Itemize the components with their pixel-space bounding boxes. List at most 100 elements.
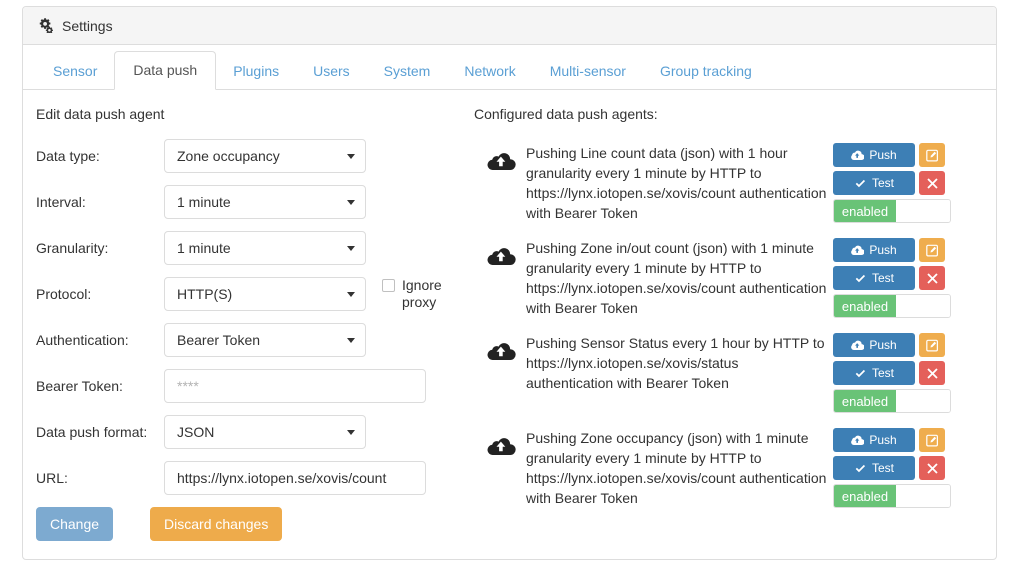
- edit-agent-button[interactable]: [919, 143, 945, 167]
- tab-plugins[interactable]: Plugins: [216, 53, 296, 90]
- panel-title-text: Settings: [62, 17, 113, 34]
- form-button-row: Change Discard changes: [36, 507, 466, 541]
- edit-agent-button[interactable]: [919, 428, 945, 452]
- data-type-select[interactable]: Zone occupancy: [164, 139, 366, 173]
- tab-multi-sensor[interactable]: Multi-sensor: [533, 53, 643, 90]
- tab-sensor-link[interactable]: Sensor: [36, 53, 114, 90]
- granularity-value: 1 minute: [177, 239, 231, 256]
- push-button-label: Push: [869, 243, 897, 257]
- data-push-format-select[interactable]: JSON: [164, 415, 366, 449]
- delete-agent-button[interactable]: [919, 266, 945, 290]
- agent-enabled-toggle[interactable]: enabled: [833, 389, 951, 413]
- ignore-proxy-checkbox[interactable]: [382, 279, 395, 292]
- test-action-row: Test: [833, 456, 957, 480]
- edit-agent-form: Edit data push agent Data type: Zone occ…: [36, 106, 466, 541]
- cloud-upload-icon: [851, 339, 865, 352]
- toggle-knob: [896, 390, 950, 412]
- tab-data-push-link[interactable]: Data push: [114, 51, 217, 90]
- push-button[interactable]: Push: [833, 428, 915, 452]
- test-action-row: Test: [833, 171, 957, 195]
- interval-select[interactable]: 1 minute: [164, 185, 366, 219]
- test-button[interactable]: Test: [833, 361, 915, 385]
- check-icon: [854, 462, 867, 475]
- tab-group-tracking-link[interactable]: Group tracking: [643, 53, 769, 90]
- agent-actions: Push Test enabled: [833, 329, 957, 413]
- change-button[interactable]: Change: [36, 507, 114, 541]
- chevron-down-icon: [347, 246, 355, 251]
- tab-system[interactable]: System: [367, 53, 448, 90]
- tab-group-tracking[interactable]: Group tracking: [643, 53, 769, 90]
- tab-sensor[interactable]: Sensor: [36, 53, 114, 90]
- status-badge: enabled: [834, 485, 896, 507]
- pencil-square-icon: [925, 339, 939, 352]
- pencil-square-icon: [925, 434, 939, 447]
- field-data-push-format: Data push format: JSON: [36, 415, 466, 449]
- edit-agent-button[interactable]: [919, 238, 945, 262]
- chevron-down-icon: [347, 292, 355, 297]
- push-button-label: Push: [869, 433, 897, 447]
- chevron-down-icon: [347, 430, 355, 435]
- cloud-upload-icon: [851, 149, 865, 162]
- delete-agent-button[interactable]: [919, 361, 945, 385]
- list-item: Pushing Zone in/out count (json) with 1 …: [474, 234, 983, 318]
- gears-icon: [38, 18, 53, 33]
- interval-label: Interval:: [36, 193, 86, 210]
- test-button[interactable]: Test: [833, 456, 915, 480]
- close-icon: [926, 367, 938, 379]
- toggle-knob: [896, 485, 950, 507]
- test-action-row: Test: [833, 361, 957, 385]
- push-button[interactable]: Push: [833, 143, 915, 167]
- agent-enabled-toggle[interactable]: enabled: [833, 484, 951, 508]
- tab-users-link[interactable]: Users: [296, 53, 367, 90]
- granularity-select[interactable]: 1 minute: [164, 231, 366, 265]
- url-input[interactable]: [164, 461, 426, 495]
- agent-enabled-toggle[interactable]: enabled: [833, 199, 951, 223]
- discard-changes-button[interactable]: Discard changes: [150, 507, 283, 541]
- agents-list: Pushing Line count data (json) with 1 ho…: [474, 139, 983, 508]
- test-button[interactable]: Test: [833, 266, 915, 290]
- bearer-token-label: Bearer Token:: [36, 377, 123, 394]
- delete-agent-button[interactable]: [919, 171, 945, 195]
- tab-network[interactable]: Network: [447, 53, 532, 90]
- tab-data-push[interactable]: Data push: [114, 51, 217, 90]
- tab-multi-sensor-link[interactable]: Multi-sensor: [533, 53, 643, 90]
- agent-enabled-toggle[interactable]: enabled: [833, 294, 951, 318]
- test-button-label: Test: [871, 176, 894, 190]
- check-icon: [854, 177, 867, 190]
- authentication-select[interactable]: Bearer Token: [164, 323, 366, 357]
- interval-value: 1 minute: [177, 193, 231, 210]
- data-push-format-label: Data push format:: [36, 423, 148, 440]
- ignore-proxy-label: Ignore proxy: [402, 277, 442, 310]
- toggle-knob: [896, 295, 950, 317]
- push-button-label: Push: [869, 148, 897, 162]
- tab-users[interactable]: Users: [296, 53, 367, 90]
- edit-agent-button[interactable]: [919, 333, 945, 357]
- cloud-upload-icon: [474, 329, 526, 364]
- push-action-row: Push: [833, 333, 957, 357]
- form-heading: Edit data push agent: [36, 106, 165, 122]
- push-action-row: Push: [833, 143, 957, 167]
- status-badge: enabled: [834, 390, 896, 412]
- authentication-label: Authentication:: [36, 331, 129, 348]
- configured-agents-heading: Configured data push agents:: [474, 106, 658, 122]
- bearer-token-input[interactable]: [164, 369, 426, 403]
- pencil-square-icon: [925, 149, 939, 162]
- test-button[interactable]: Test: [833, 171, 915, 195]
- tab-network-link[interactable]: Network: [447, 53, 532, 90]
- cloud-upload-icon: [851, 244, 865, 257]
- tab-plugins-link[interactable]: Plugins: [216, 53, 296, 90]
- field-protocol: Protocol: HTTP(S) Ignore proxy: [36, 277, 466, 311]
- tab-bar: Sensor Data push Plugins Users System Ne…: [23, 51, 996, 90]
- push-button[interactable]: Push: [833, 333, 915, 357]
- field-granularity: Granularity: 1 minute: [36, 231, 466, 265]
- delete-agent-button[interactable]: [919, 456, 945, 480]
- protocol-select[interactable]: HTTP(S): [164, 277, 366, 311]
- push-button[interactable]: Push: [833, 238, 915, 262]
- test-button-label: Test: [871, 271, 894, 285]
- agent-actions: Push Test enabled: [833, 424, 957, 508]
- field-authentication: Authentication: Bearer Token: [36, 323, 466, 357]
- chevron-down-icon: [347, 200, 355, 205]
- field-url: URL:: [36, 461, 466, 495]
- list-item: Pushing Sensor Status every 1 hour by HT…: [474, 329, 983, 413]
- tab-system-link[interactable]: System: [367, 53, 448, 90]
